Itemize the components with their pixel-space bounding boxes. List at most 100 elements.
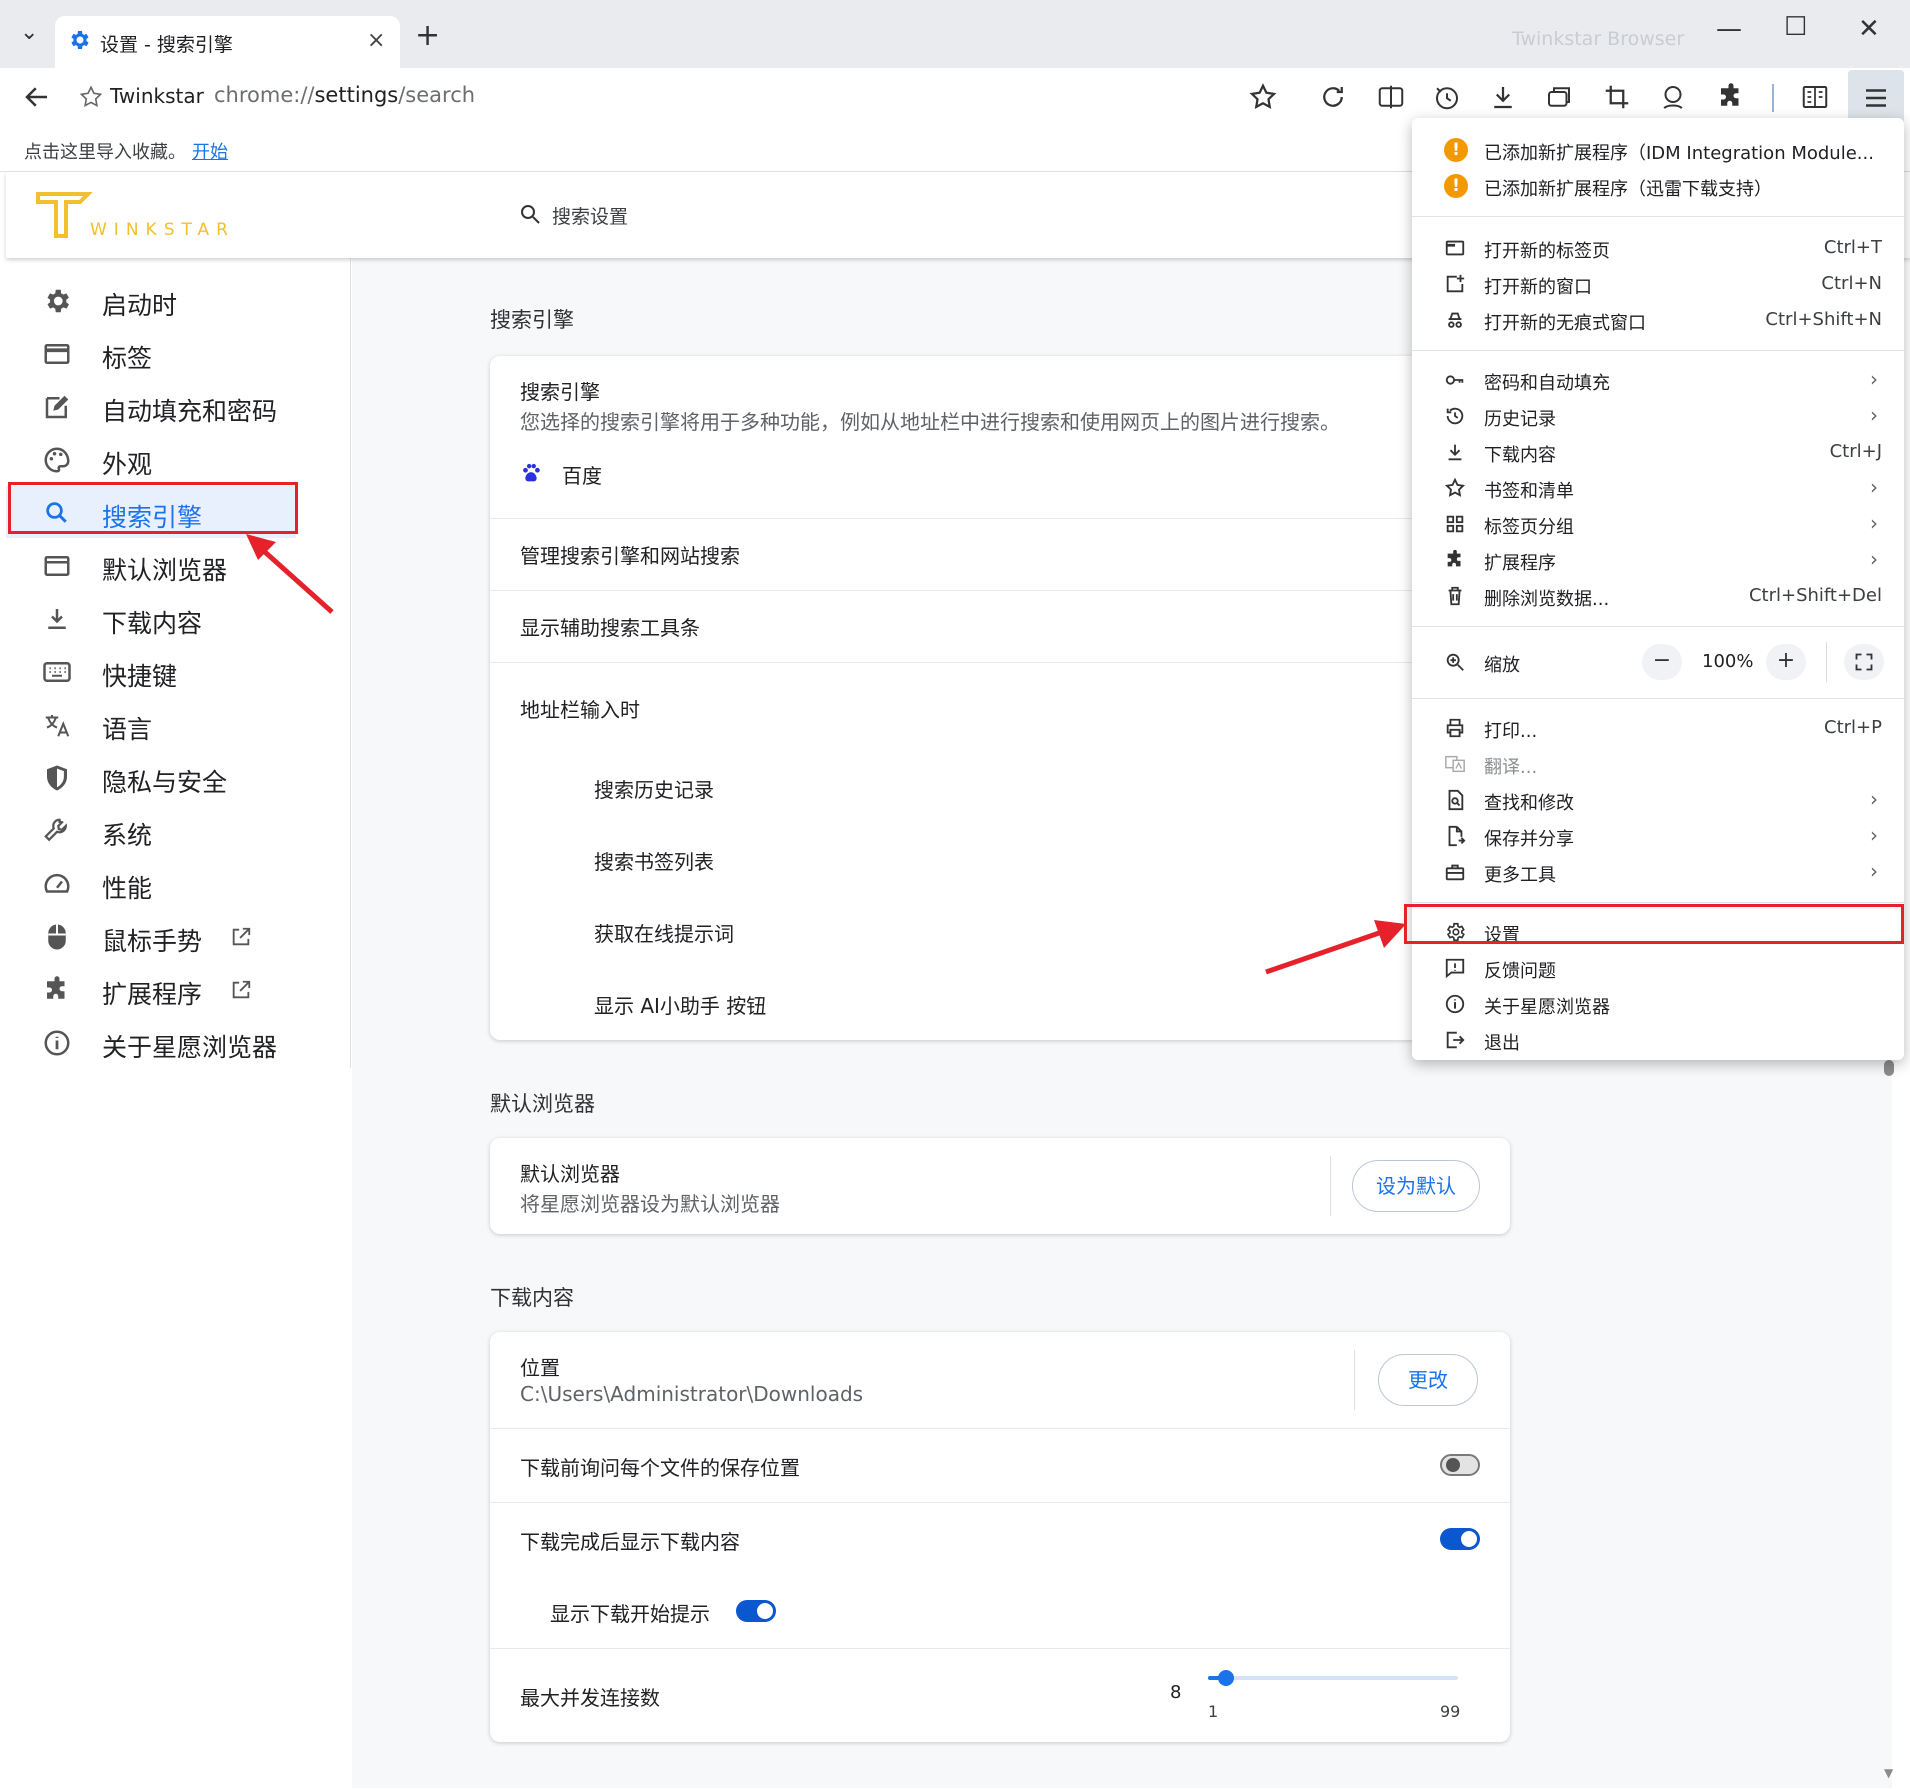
sidebar-item-startup[interactable]: 启动时 [6,274,351,326]
sidebar-item-about[interactable]: 关于星愿浏览器 [6,1016,351,1068]
sidebar-item-languages[interactable]: 语言 [6,698,351,750]
menu-print[interactable]: 打印... Ctrl+P [1412,710,1904,746]
menu-about[interactable]: 关于星愿浏览器 [1412,986,1904,1022]
download-icon[interactable] [1488,82,1518,112]
menu-translate: 翻译... [1412,746,1904,782]
tab-settings[interactable]: 设置 - 搜索引擎 × [55,16,400,68]
page-scrollbar[interactable]: ▼ [1882,1060,1896,1789]
scroll-down-icon[interactable]: ▼ [1884,1766,1893,1780]
sidebar-item-appearance[interactable]: 外观 [6,433,351,485]
show-downloads-after-toggle[interactable] [1440,1528,1480,1550]
change-location-button[interactable]: 更改 [1378,1354,1478,1406]
palette-icon [42,445,72,475]
menu-exit[interactable]: 退出 [1412,1022,1904,1058]
notice-idm-extension[interactable]: ! 已添加新扩展程序（IDM Integration Module... [1412,132,1904,168]
reading-list-icon[interactable] [1800,82,1830,112]
show-download-start-hint-toggle[interactable] [736,1600,776,1622]
menu-passwords-autofill[interactable]: 密码和自动填充 › [1412,362,1904,398]
menu-clear-browsing-data[interactable]: 删除浏览数据... Ctrl+Shift+Del [1412,578,1904,614]
address-bar[interactable]: chrome://settings/search [214,83,475,107]
browser-brand-label: Twinkstar Browser [1512,28,1685,50]
save-share-icon [1444,825,1466,847]
reload-icon[interactable] [1318,82,1348,112]
menu-item-label: 更多工具 [1484,865,1556,886]
menu-feedback[interactable]: 反馈问题 [1412,950,1904,986]
sidebar-item-tabs[interactable]: 标签 [6,327,351,379]
sidebar-item-label: 外观 [102,450,153,479]
tab-list-dropdown-icon[interactable]: ⌄ [20,20,38,45]
menu-more-tools[interactable]: 更多工具 › [1412,854,1904,890]
menu-item-shortcut: Ctrl+Shift+Del [1748,585,1882,606]
menu-item-label: 缩放 [1484,655,1520,676]
omnibox-option-bookmarks[interactable]: 搜索书签列表 [594,846,714,875]
sidebar-item-shortcuts[interactable]: 快捷键 [6,645,351,697]
sidebar-item-extensions[interactable]: 扩展程序 [6,963,351,1015]
search-engine-selected[interactable]: 百度 [562,460,602,489]
sidebar-item-autofill[interactable]: 自动填充和密码 [6,380,351,432]
menu-history[interactable]: 历史记录 › [1412,398,1904,434]
sidebar-item-label: 语言 [102,715,153,744]
notice-xunlei-extension[interactable]: ! 已添加新扩展程序（迅雷下载支持） [1412,168,1904,204]
menu-item-label: 书签和清单 [1484,481,1574,502]
sidebar-item-system[interactable]: 系统 [6,804,351,856]
show-search-toolbar-option[interactable]: 显示辅助搜索工具条 [520,612,700,641]
menu-new-window[interactable]: 打开新的窗口 Ctrl+N [1412,266,1904,302]
menu-extensions[interactable]: 扩展程序 › [1412,542,1904,578]
annotation-highlight-search-engine [8,482,298,534]
import-bookmarks-link[interactable]: 开始 [192,138,228,164]
new-tab-button[interactable]: + [415,18,440,53]
menu-item-label: 打开新的无痕式窗口 [1484,313,1646,334]
max-connections-slider-track[interactable] [1208,1670,1458,1686]
menu-item-label: 打印... [1484,721,1538,742]
zoom-in-button[interactable]: + [1766,644,1806,680]
crop-icon[interactable] [1602,82,1632,112]
menu-save-share[interactable]: 保存并分享 › [1412,818,1904,854]
search-engine-description: 您选择的搜索引擎将用于多种功能，例如从地址栏中进行搜索和使用网页上的图片进行搜索… [520,410,1340,434]
twinkstar-logo-icon [36,190,93,240]
scrollbar-thumb[interactable] [1884,1060,1894,1076]
chevron-right-icon: › [1870,403,1878,427]
toolbar-divider [1772,84,1774,112]
close-window-button[interactable]: ✕ [1858,14,1880,44]
menu-new-incognito-window[interactable]: 打开新的无痕式窗口 Ctrl+Shift+N [1412,302,1904,338]
maximize-button[interactable]: ☐ [1784,12,1807,42]
omnibox-option-history[interactable]: 搜索历史记录 [594,774,714,803]
downloads-card: 位置 C:\Users\Administrator\Downloads 更改 下… [490,1332,1510,1742]
minimize-button[interactable]: — [1716,14,1742,44]
logo-wordmark: WINKSTAR [90,220,235,240]
settings-search-input[interactable]: 搜索设置 [518,200,1218,232]
sidebar-item-privacy[interactable]: 隐私与安全 [6,751,351,803]
extensions-icon[interactable] [1716,82,1746,112]
sidebar-item-mouse-gestures[interactable]: 鼠标手势 [6,910,351,962]
menu-downloads[interactable]: 下载内容 Ctrl+J [1412,434,1904,470]
bookmark-star-icon[interactable] [1248,82,1278,112]
zoom-level: 100% [1702,651,1754,672]
omnibox-option-ai-button[interactable]: 显示 AI小助手 按钮 [594,990,766,1019]
fullscreen-button[interactable] [1844,644,1884,680]
history-icon[interactable] [1432,82,1462,112]
menu-new-tab[interactable]: 打开新的标签页 Ctrl+T [1412,230,1904,266]
tab-switch-icon[interactable] [1544,82,1574,112]
back-icon[interactable] [22,82,52,112]
slider-min-label: 1 [1208,1702,1219,1721]
search-placeholder: 搜索设置 [552,206,629,228]
manage-search-engines-link[interactable]: 管理搜索引擎和网站搜索 [520,540,740,569]
omnibox-option-suggestions[interactable]: 获取在线提示词 [594,918,734,947]
info-icon [42,1028,72,1058]
ask-save-location-toggle[interactable] [1440,1454,1480,1476]
edit-icon [42,392,72,422]
sidebar-item-performance[interactable]: 性能 [6,857,351,909]
split-view-icon[interactable] [1376,82,1406,112]
slider-handle[interactable] [1218,1670,1234,1686]
set-default-button[interactable]: 设为默认 [1352,1160,1480,1212]
menu-tab-groups[interactable]: 标签页分组 › [1412,506,1904,542]
menu-bookmarks-lists[interactable]: 书签和清单 › [1412,470,1904,506]
history-icon [1444,405,1466,427]
menu-item-shortcut: Ctrl+T [1823,237,1882,258]
account-icon[interactable] [1658,82,1688,112]
warning-icon: ! [1444,138,1468,162]
translate-icon [42,710,72,740]
menu-find-edit[interactable]: 查找和修改 › [1412,782,1904,818]
tab-close-icon[interactable]: × [367,28,385,53]
zoom-out-button[interactable]: − [1642,644,1682,680]
